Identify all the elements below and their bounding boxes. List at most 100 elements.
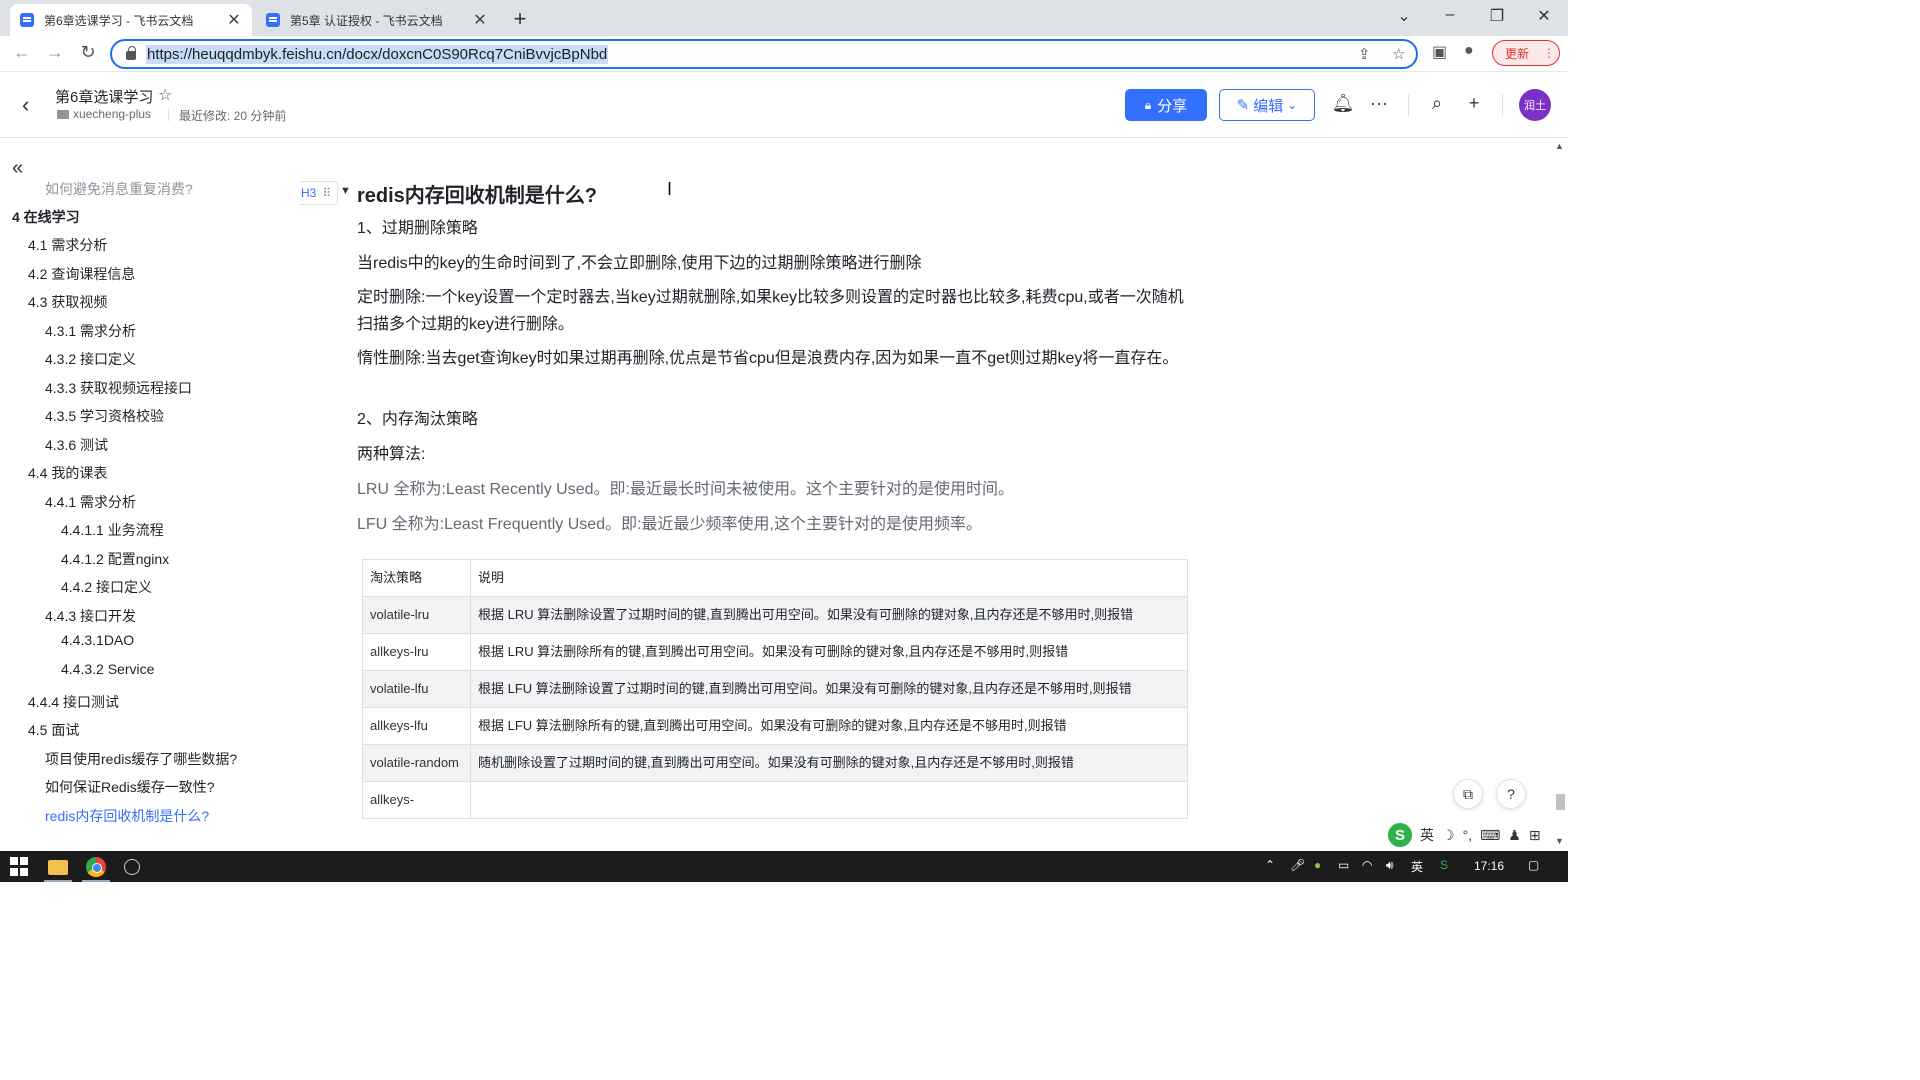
tray-chevron-up-icon[interactable]: ⌃ [1265,858,1275,872]
outline-item[interactable]: 4.3.1 需求分析 [45,321,136,341]
paragraph[interactable]: LRU 全称为:Least Recently Used。即:最近最长时间未被使用… [357,476,1187,503]
outline-item[interactable]: 项目使用redis缓存了哪些数据? [45,749,237,769]
drag-handle-icon[interactable]: ⠿ [322,186,331,200]
moon-icon[interactable]: ☽ [1442,827,1455,844]
heading-block-handle[interactable]: H3 ⠿ [300,181,338,205]
share-page-icon[interactable]: ⇪ [1358,45,1371,63]
table-cell[interactable]: allkeys-lfu [362,707,471,745]
close-icon[interactable]: ✕ [472,10,488,30]
table-cell[interactable] [470,781,1188,819]
paragraph[interactable]: 2、内存淘汰策略 [357,406,1187,433]
minimize-button[interactable]: – [1438,6,1462,24]
outline-item[interactable]: 4.4.1.2 配置nginx [61,549,169,569]
windows-start-icon[interactable] [10,857,30,877]
table-cell[interactable]: volatile-lfu [362,670,471,708]
outline-item[interactable]: 4.2 查询课程信息 [28,264,135,284]
paragraph[interactable]: 1、过期删除策略 [357,215,1187,242]
punctuation-icon[interactable]: °, [1463,827,1473,843]
page-scrollbar[interactable]: ▲ ▼ [1552,139,1568,851]
outline-item[interactable]: 4 在线学习 [12,207,80,227]
back-chevron-icon[interactable]: ‹ [22,92,29,118]
url-text[interactable]: https://heuqqdmbyk.feishu.cn/docx/doxcnC… [146,44,609,64]
outline-item[interactable]: 4.4.1 需求分析 [45,492,136,512]
new-tab-button[interactable]: + [508,6,532,32]
table-cell[interactable]: volatile-random [362,744,471,782]
table-header[interactable]: 说明 [470,559,1188,597]
help-icon[interactable]: ? [1496,779,1526,809]
close-icon[interactable]: ✕ [226,10,242,30]
outline-item[interactable]: 4.3.6 测试 [45,435,108,455]
add-icon[interactable]: + [1462,93,1486,114]
browser-tab[interactable]: 第5章 认证授权 - 飞书云文档 ✕ [256,4,498,36]
more-icon[interactable]: ··· [1367,93,1391,114]
table-cell[interactable]: allkeys- [362,781,471,819]
notification-center-icon[interactable]: ▢ [1528,858,1539,872]
outline-item[interactable]: 4.3.3 获取视频远程接口 [45,378,192,398]
scroll-down-icon[interactable]: ▼ [1555,836,1564,846]
catalog-icon[interactable]: ⧉ [1453,779,1483,809]
outline-item[interactable]: 4.3.5 学习资格校验 [45,406,164,426]
table-cell[interactable]: 根据 LRU 算法删除所有的键,直到腾出可用空间。如果没有可删除的键对象,且内存… [470,633,1188,671]
favorite-star-icon[interactable]: ☆ [158,85,172,105]
lock-icon[interactable] [126,46,136,60]
scroll-up-icon[interactable]: ▲ [1555,141,1564,151]
outline-item[interactable]: 4.4 我的课表 [28,463,107,483]
volume-icon[interactable]: 🔊︎ [1386,858,1394,873]
outline-item-active[interactable]: redis内存回收机制是什么? [45,806,209,826]
paragraph[interactable]: 定时删除:一个key设置一个定时器去,当key过期就删除,如果key比较多则设置… [357,284,1187,338]
doc-title[interactable]: 第6章选课学习 [55,86,153,107]
taskbar-clock[interactable]: 17:16 [1474,859,1504,873]
clock-app-icon[interactable] [124,859,140,875]
ime-language[interactable]: 英 [1420,825,1434,845]
outline-item[interactable]: 4.4.1.1 业务流程 [61,520,164,540]
outline-item[interactable]: 4.5 面试 [28,720,79,740]
grid-icon[interactable]: ⊞ [1529,827,1541,844]
notification-bell-icon[interactable]: 🔔︎ [1331,93,1355,114]
scroll-thumb[interactable] [1556,794,1565,810]
paragraph[interactable]: 两种算法: [357,441,1187,468]
search-icon[interactable]: ⌕ [1425,93,1449,114]
file-explorer-icon[interactable] [48,860,68,875]
table-cell[interactable]: 根据 LRU 算法删除设置了过期时间的键,直到腾出可用空间。如果没有可删除的键对… [470,596,1188,634]
sogou-logo-icon[interactable]: S [1388,823,1412,847]
back-arrow-icon[interactable]: ← [10,42,34,63]
restore-button[interactable]: ❐ [1485,6,1509,26]
close-window-button[interactable]: ✕ [1532,6,1556,26]
outline-item[interactable]: 4.4.3.2 Service [61,661,154,677]
forward-arrow-icon[interactable]: → [43,42,67,63]
section-heading[interactable]: redis内存回收机制是什么? [357,179,597,208]
taskbar-language[interactable]: 英 [1411,858,1423,875]
paragraph[interactable]: LFU 全称为:Least Frequently Used。即:最近最少频率使用… [357,511,1187,538]
table-cell[interactable]: 随机删除设置了过期时间的键,直到腾出可用空间。如果没有可删除的键对象,且内存还是… [470,744,1188,782]
edit-button[interactable]: ✎ 编辑 ⌄ [1219,89,1315,121]
table-cell[interactable]: allkeys-lru [362,633,471,671]
profile-icon[interactable]: ● [1464,42,1474,60]
table-cell[interactable]: 根据 LFU 算法删除设置了过期时间的键,直到腾出可用空间。如果没有可删除的键对… [470,670,1188,708]
outline-item[interactable]: 4.3 获取视频 [28,292,107,312]
collapse-caret-icon[interactable]: ▼ [340,185,351,197]
address-bar[interactable]: https://heuqqdmbyk.feishu.cn/docx/doxcnC… [110,39,1418,69]
reload-icon[interactable]: ↻ [76,42,100,63]
bookmark-star-icon[interactable]: ☆ [1392,45,1405,63]
table-header[interactable]: 淘汰策略 [362,559,471,597]
keyboard-icon[interactable]: ⌨ [1480,827,1500,844]
outline-item[interactable]: 4.3.2 接口定义 [45,349,136,369]
outline-item[interactable]: 4.4.4 接口测试 [28,692,119,712]
outline-item[interactable]: 4.4.3 接口开发 [45,606,136,626]
outline-item[interactable]: 如何保证Redis缓存一致性? [45,777,215,797]
avatar[interactable]: 润土 [1519,89,1551,121]
collapse-sidebar-icon[interactable]: « [12,157,23,180]
outline-item[interactable]: 如何避免消息重复消费? [45,179,193,199]
paragraph[interactable]: 当redis中的key的生命时间到了,不会立即删除,使用下边的过期删除策略进行删… [357,250,1187,277]
folder-name[interactable]: xuecheng-plus [73,107,151,121]
microphone-icon[interactable]: 🎤︎ [1290,858,1305,872]
table-cell[interactable]: volatile-lru [362,596,471,634]
outline-item[interactable]: 4.4.3.1DAO [61,632,134,648]
chrome-icon[interactable] [86,857,106,877]
tray-app-icon[interactable]: ● [1314,858,1321,872]
paragraph[interactable]: 惰性删除:当去get查询key时如果过期再删除,优点是节省cpu但是浪费内存,因… [357,345,1187,372]
outline-item[interactable]: 4.4.2 接口定义 [61,577,152,597]
browser-tab-active[interactable]: 第6章选课学习 - 飞书云文档 ✕ [10,4,252,36]
table-cell[interactable]: 根据 LFU 算法删除所有的键,直到腾出可用空间。如果没有可删除的键对象,且内存… [470,707,1188,745]
wifi-icon[interactable]: ◠ [1362,858,1372,872]
